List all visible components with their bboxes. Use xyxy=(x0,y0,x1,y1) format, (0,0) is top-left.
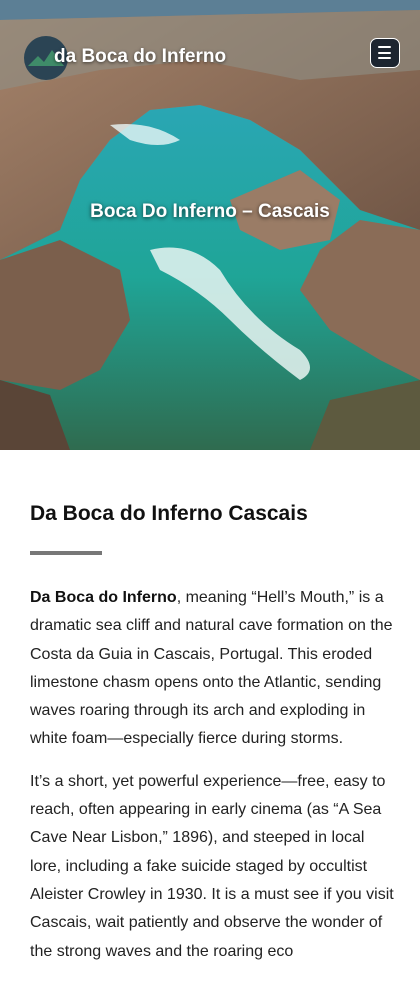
hero-heading: Boca Do Inferno – Cascais xyxy=(90,201,330,222)
article-paragraph: Da Boca do Inferno, meaning “Hell’s Mout… xyxy=(30,584,395,754)
hamburger-menu-icon[interactable] xyxy=(370,38,400,68)
article-title: Da Boca do Inferno Cascais xyxy=(30,502,308,525)
site-title[interactable]: da Boca do Inferno xyxy=(54,46,226,68)
paragraph-text: , meaning “Hell’s Mouth,” is a dramatic … xyxy=(30,589,393,748)
bold-term: Da Boca do Inferno xyxy=(30,589,177,606)
article-content: Da Boca do Inferno Cascais Da Boca do In… xyxy=(30,450,395,966)
hero-banner: da Boca do Inferno Boca Do Inferno – Cas… xyxy=(0,0,420,450)
top-navigation-bar: da Boca do Inferno xyxy=(0,0,420,110)
paragraph-text: It’s a short, yet powerful experience—fr… xyxy=(30,772,394,960)
article-paragraph: It’s a short, yet powerful experience—fr… xyxy=(30,768,395,966)
title-divider xyxy=(30,551,102,555)
